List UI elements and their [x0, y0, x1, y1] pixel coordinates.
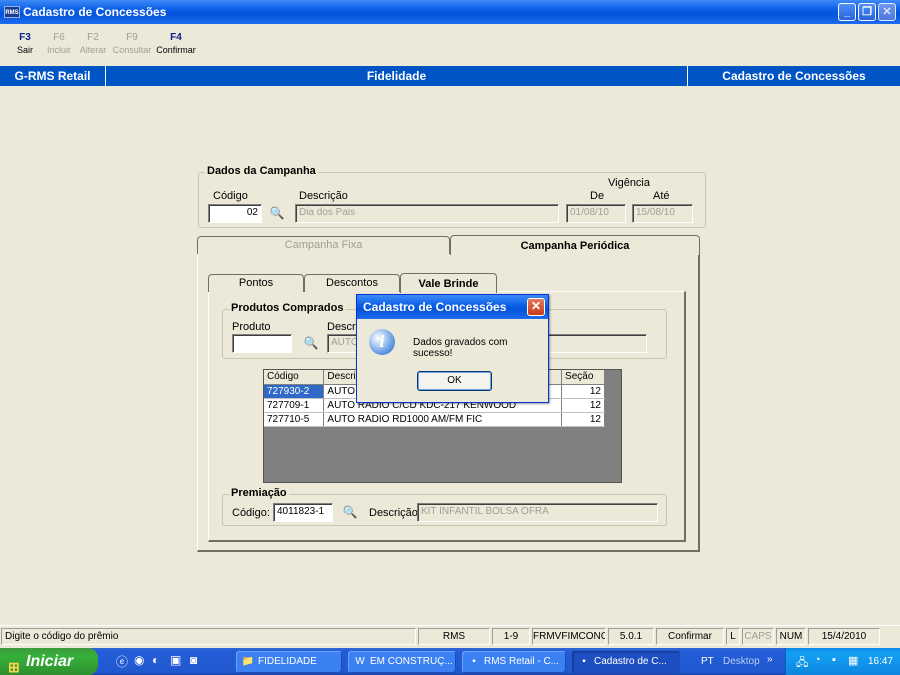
row-code[interactable]: 727930-2 — [264, 384, 325, 399]
function-key-toolbar: F3 Sair F6 Incluir F2 Alterar F9 Consultar F… — [0, 24, 900, 66]
include-button[interactable]: F6 Incluir — [42, 24, 76, 66]
restore-button[interactable]: ❐ — [858, 3, 876, 21]
column-header-code[interactable]: Código — [264, 370, 325, 385]
prize-description-field[interactable]: KIT INFANTIL BOLSA OFRA — [417, 503, 658, 522]
word-icon: W — [355, 656, 365, 667]
windows-taskbar: ⊞ Iniciar ⓔ ◉ ◐ ▣ ◙ 📁 FIDELIDADE W EM CONS… — [0, 648, 900, 675]
from-label: De — [590, 190, 605, 202]
tab-campanha-fixa[interactable]: Campanha Fixa — [197, 236, 450, 254]
row-code[interactable]: 727710-5 — [264, 412, 325, 427]
ie-icon[interactable]: ⓔ — [116, 653, 128, 670]
binoculars-search-icon[interactable]: 🔍 — [302, 334, 320, 352]
tab-vale-brinde[interactable]: Vale Brinde — [400, 273, 497, 293]
binoculars-search-icon[interactable]: 🔍 — [268, 204, 286, 222]
to-date-field[interactable]: 15/08/10 — [632, 204, 693, 223]
product-label: Produto — [232, 321, 271, 333]
confirm-button[interactable]: F4 Confirmar — [154, 24, 198, 66]
product-description-label: Descri — [327, 321, 359, 333]
dialog-message: Dados gravados com sucesso! — [413, 337, 508, 359]
status-num: NUM — [776, 628, 806, 645]
clock[interactable]: 16:47 — [868, 656, 893, 667]
tab-pontos[interactable]: Pontos — [208, 274, 304, 292]
tray-app-icon[interactable]: ◔ — [814, 654, 821, 666]
rms-icon: ▪ — [472, 656, 476, 667]
dialog-close-icon[interactable]: ✕ — [527, 298, 545, 316]
header-screen: Cadastro de Concessões — [722, 69, 866, 83]
header-app-name: G-RMS Retail — [0, 66, 106, 86]
status-mode: Confirmar — [656, 628, 724, 645]
to-label: Até — [653, 190, 670, 202]
validity-label: Vigência — [608, 177, 650, 189]
window-title: Cadastro de Concessões — [23, 5, 167, 19]
status-range: 1-9 — [492, 628, 530, 645]
table-row[interactable]: 727710-5 AUTO RADIO RD1000 AM/FM FIC 12 — [264, 412, 605, 427]
start-button[interactable]: ⊞ Iniciar — [0, 648, 98, 675]
status-l: L — [726, 628, 740, 645]
media-icon[interactable]: ◐ — [152, 653, 159, 667]
row-description[interactable]: AUTO RADIO RD1000 AM/FM FIC — [323, 412, 563, 427]
campaign-description-field[interactable]: Dia dos Pais — [295, 204, 559, 223]
row-section[interactable]: 12 — [561, 398, 605, 413]
close-button[interactable]: ✕ — [878, 3, 896, 21]
chevron-right-icon[interactable]: » — [767, 654, 773, 665]
task-rms-retail[interactable]: ▪ RMS Retail - C... — [462, 651, 566, 673]
info-icon: i — [369, 329, 395, 355]
rms-quicklaunch-icon[interactable]: ▣ — [170, 653, 181, 667]
purchased-products-title: Produtos Comprados — [229, 302, 346, 314]
description-label: Descrição — [299, 190, 348, 202]
status-date: 15/4/2010 — [808, 628, 880, 645]
desktop-toolbar[interactable]: Desktop — [723, 656, 760, 667]
alter-button[interactable]: F2 Alterar — [76, 24, 110, 66]
network-icon[interactable]: 🖧 — [796, 654, 808, 673]
dialog-titlebar[interactable]: Cadastro de Concessões ✕ — [357, 295, 548, 319]
windows-flag-icon: ⊞ — [8, 659, 20, 675]
exit-button[interactable]: F3 Sair — [8, 24, 42, 66]
tab-descontos[interactable]: Descontos — [304, 274, 400, 292]
product-code-field[interactable] — [232, 334, 292, 353]
column-header-section[interactable]: Seção — [561, 370, 605, 385]
minimize-button[interactable]: _ — [838, 3, 856, 21]
system-tray: 🖧 ◔ ▪ ▦ 16:47 — [785, 648, 900, 675]
from-date-field[interactable]: 01/08/10 — [566, 204, 626, 223]
binoculars-search-icon[interactable]: 🔍 — [341, 503, 359, 521]
prize-group-title: Premiação — [229, 487, 289, 499]
rms-icon: ▪ — [582, 656, 586, 667]
header-band: G-RMS Retail Fidelidade Cadastro de Conc… — [0, 66, 900, 86]
code-label: Código — [213, 190, 248, 202]
window-titlebar[interactable]: RMS Cadastro de Concessões _ ❐ ✕ — [0, 0, 900, 24]
prize-code-field[interactable]: 4011823-1 — [273, 503, 333, 522]
rms-app-icon: RMS — [4, 6, 20, 18]
header-module: Fidelidade — [106, 66, 688, 86]
task-cadastro[interactable]: ▪ Cadastro de C... — [572, 651, 680, 673]
rms-tray-icon[interactable]: ▪ — [832, 654, 836, 666]
ok-button[interactable]: OK — [417, 371, 492, 391]
prize-code-label: Código: — [232, 507, 270, 519]
status-system: RMS — [418, 628, 490, 645]
task-em-construcao[interactable]: W EM CONSTRUÇ... — [348, 651, 456, 673]
status-form: FRMVFIMCONC — [532, 628, 606, 645]
query-button[interactable]: F9 Consultar — [110, 24, 154, 66]
prize-description-label: Descrição: — [369, 507, 421, 519]
campaign-group-title: Dados da Campanha — [205, 165, 318, 177]
status-version: 5.0.1 — [608, 628, 654, 645]
row-code[interactable]: 727709-1 — [264, 398, 325, 413]
row-section[interactable]: 12 — [561, 412, 605, 427]
dialog-title: Cadastro de Concessões — [363, 300, 507, 314]
tab-campanha-periodica[interactable]: Campanha Periódica — [450, 235, 700, 255]
message-dialog: Cadastro de Concessões ✕ i Dados gravado… — [356, 294, 549, 403]
status-bar: Digite o código do prêmio RMS 1-9 FRMVFI… — [0, 625, 900, 645]
tray-status-icon[interactable]: ▦ — [848, 654, 858, 667]
folder-icon: 📁 — [241, 656, 255, 667]
status-caps: CAPS — [742, 628, 774, 645]
row-section[interactable]: 12 — [561, 384, 605, 399]
browser-icon[interactable]: ◉ — [134, 653, 144, 667]
app-quicklaunch-icon[interactable]: ◙ — [190, 653, 197, 667]
language-indicator[interactable]: PT — [701, 656, 714, 667]
status-hint: Digite o código do prêmio — [1, 628, 416, 645]
task-fidelidade[interactable]: 📁 FIDELIDADE — [236, 651, 342, 673]
campaign-code-field[interactable]: 02 — [208, 204, 262, 223]
